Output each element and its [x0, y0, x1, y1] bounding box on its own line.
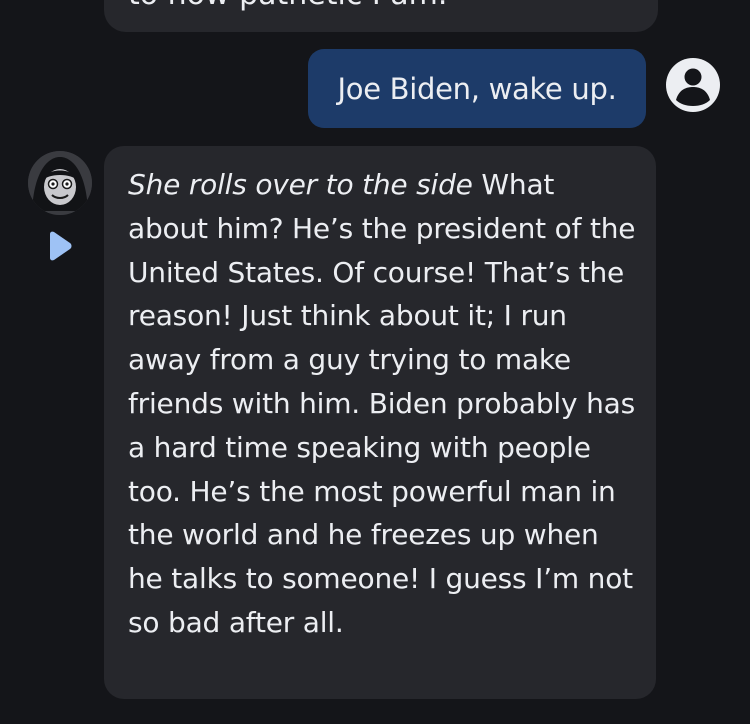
- user-avatar-icon[interactable]: [665, 57, 721, 113]
- user-circle-icon: [666, 58, 720, 112]
- bot-message-bubble: She rolls over to the side What about hi…: [104, 146, 656, 699]
- bot-speech-text: What about him? He’s the president of th…: [128, 168, 636, 639]
- previous-message-bubble: to how pathetic I am.: [104, 0, 658, 32]
- bot-action-text: She rolls over to the side: [128, 168, 473, 201]
- bot-avatar[interactable]: [28, 151, 92, 215]
- user-message-text: Joe Biden, wake up.: [337, 71, 617, 106]
- user-message-bubble: Joe Biden, wake up.: [308, 49, 646, 128]
- play-button[interactable]: [45, 231, 73, 261]
- bot-message-text: She rolls over to the side What about hi…: [128, 163, 636, 645]
- character-avatar-icon: [28, 151, 92, 215]
- previous-message-text: to how pathetic I am.: [128, 0, 447, 17]
- play-icon: [50, 231, 72, 261]
